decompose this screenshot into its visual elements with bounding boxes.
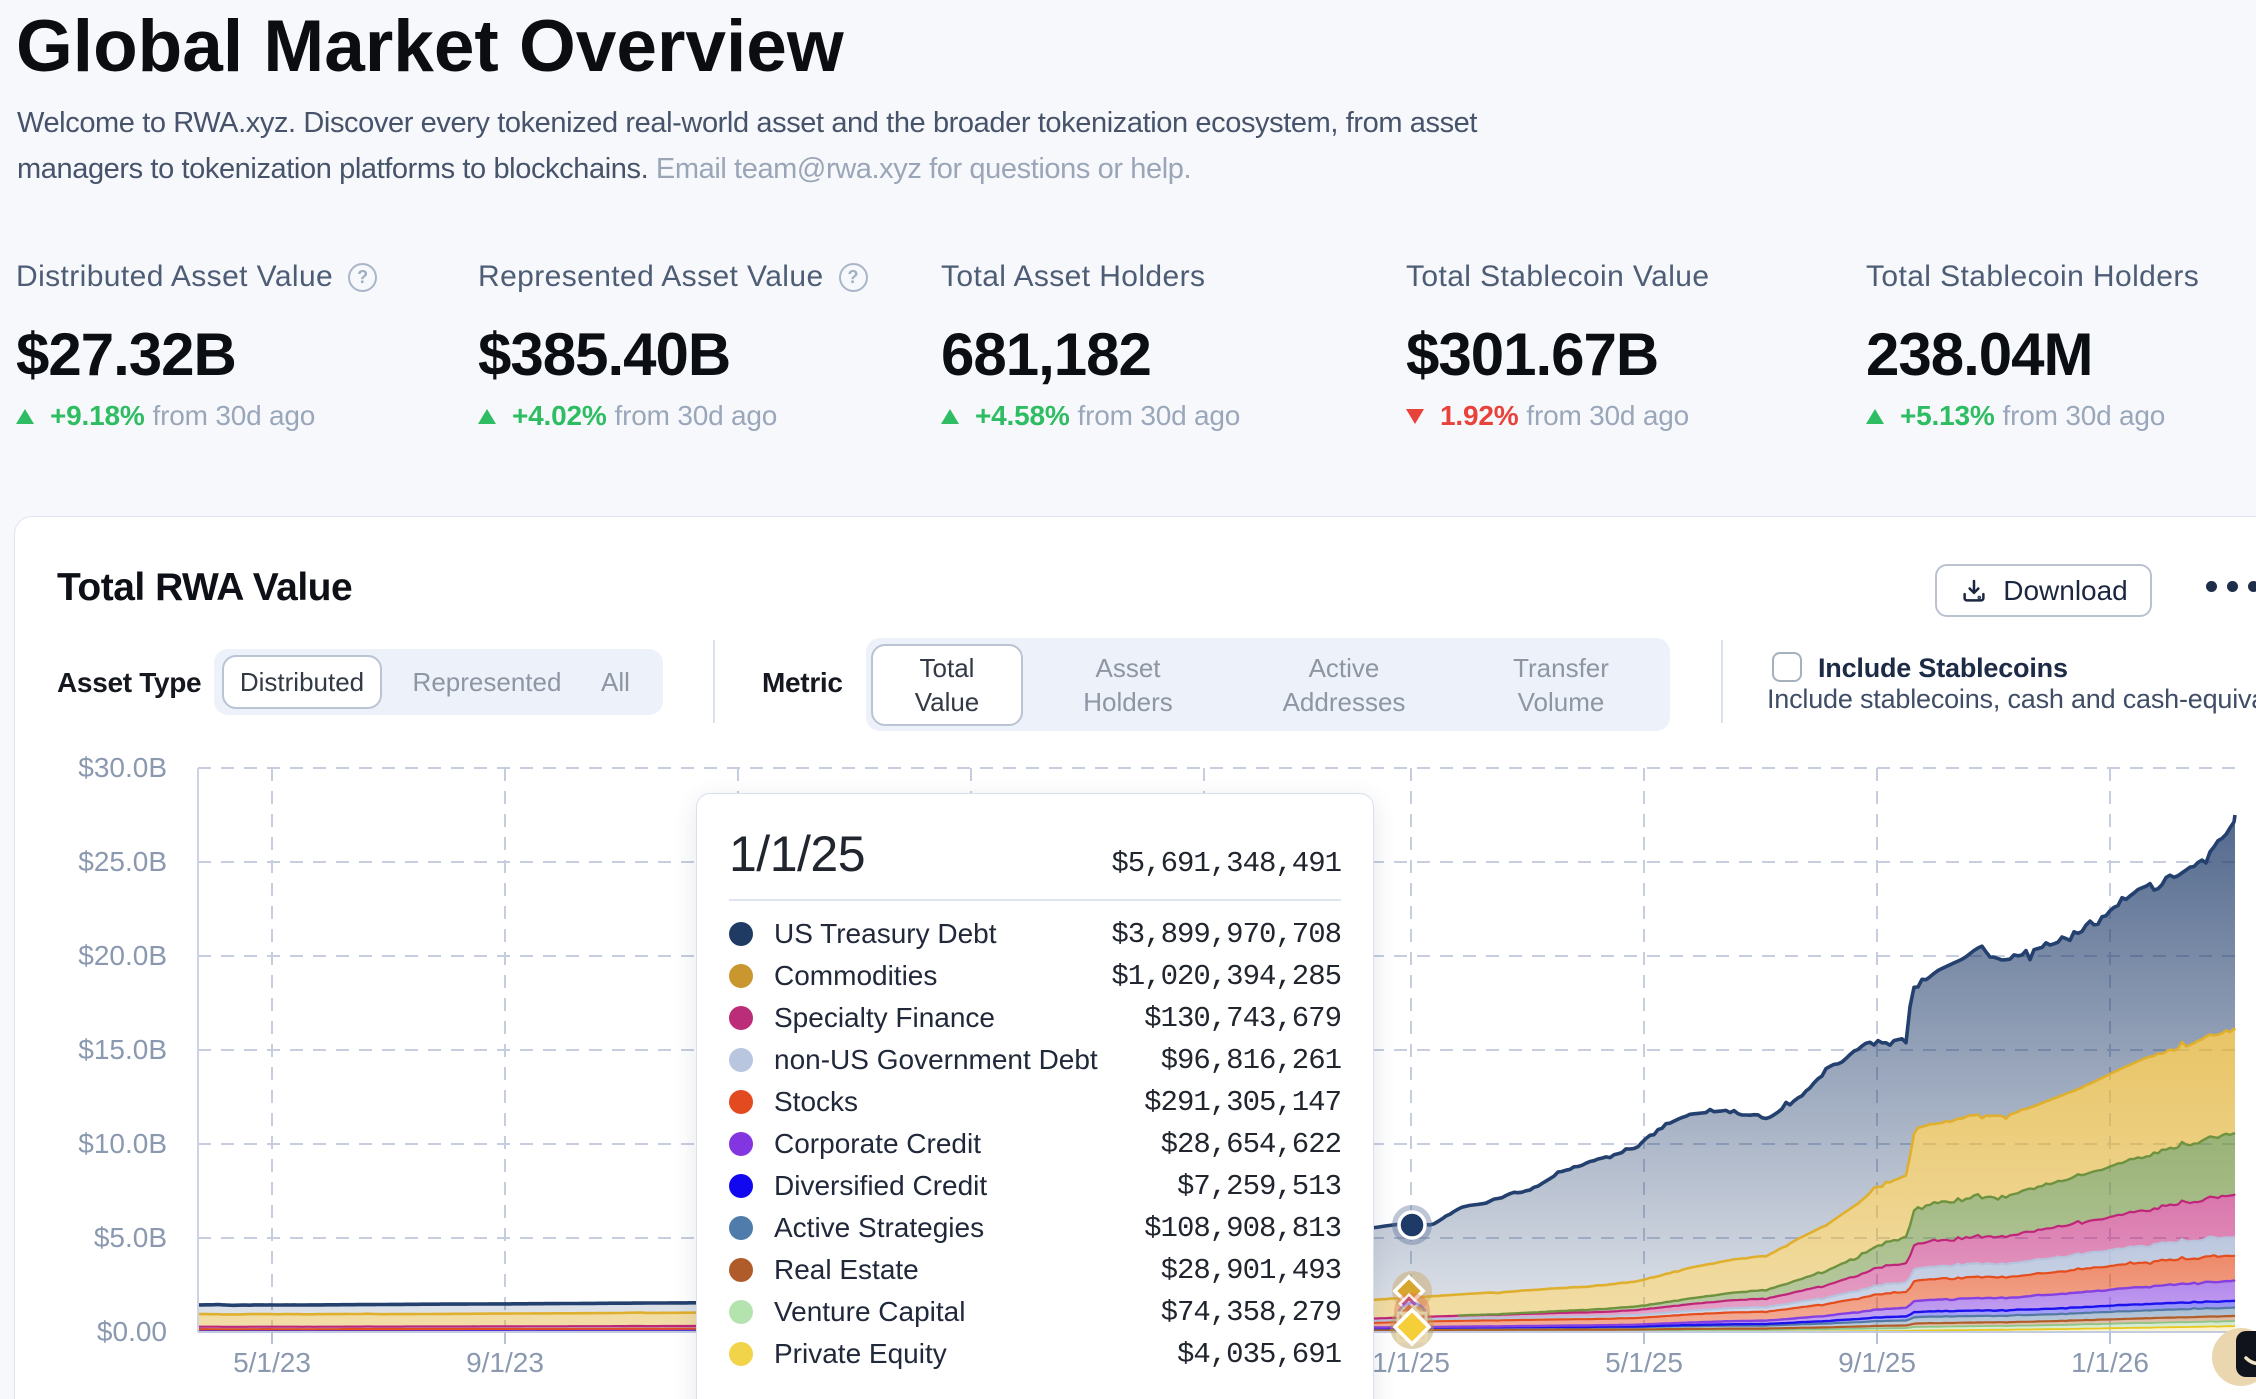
svg-text:1/1/26: 1/1/26 bbox=[2071, 1347, 2149, 1378]
svg-text:9/1/23: 9/1/23 bbox=[466, 1347, 544, 1378]
svg-text:9/1/25: 9/1/25 bbox=[1838, 1347, 1916, 1378]
svg-text:1/1/25: 1/1/25 bbox=[1372, 1347, 1450, 1378]
svg-text:$20.0B: $20.0B bbox=[78, 940, 167, 971]
svg-text:5/1/25: 5/1/25 bbox=[1605, 1347, 1683, 1378]
svg-text:$10.0B: $10.0B bbox=[78, 1128, 167, 1159]
svg-text:5/1/23: 5/1/23 bbox=[233, 1347, 311, 1378]
svg-text:$25.0B: $25.0B bbox=[78, 846, 167, 877]
svg-text:$30.0B: $30.0B bbox=[78, 752, 167, 783]
svg-text:$5.0B: $5.0B bbox=[94, 1222, 167, 1253]
svg-text:$15.0B: $15.0B bbox=[78, 1034, 167, 1065]
svg-text:$0.00: $0.00 bbox=[97, 1316, 167, 1347]
